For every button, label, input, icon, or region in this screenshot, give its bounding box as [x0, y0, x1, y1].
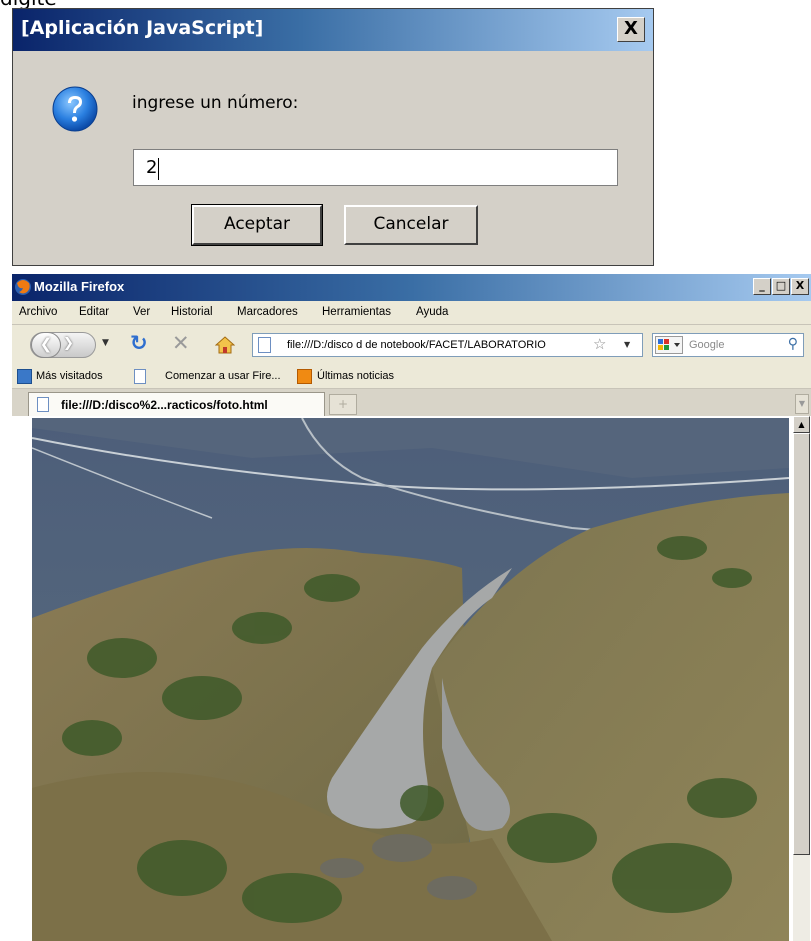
- page-icon: [134, 369, 146, 384]
- dialog-title-bar[interactable]: [Aplicación JavaScript] X: [13, 9, 653, 51]
- page-header-fragment: digite: [0, 0, 811, 8]
- url-dropdown-icon[interactable]: ▼: [624, 340, 630, 349]
- back-button[interactable]: ❮: [31, 332, 61, 358]
- text-caret: [158, 158, 159, 180]
- bookmark-most-visited[interactable]: Más visitados: [36, 370, 103, 382]
- tab-strip: file:///D:/disco%2...racticos/foto.html …: [12, 389, 811, 417]
- menu-marcadores[interactable]: Marcadores: [237, 306, 298, 318]
- menu-herramientas[interactable]: Herramientas: [322, 306, 391, 318]
- dialog-title: [Aplicación JavaScript]: [21, 17, 264, 39]
- mountain-road-photo: [32, 418, 789, 941]
- bookmark-getting-started[interactable]: Comenzar a usar Fire...: [165, 370, 281, 382]
- bookmark-latest-news[interactable]: Últimas noticias: [317, 370, 394, 382]
- page-icon: [258, 337, 271, 353]
- page-content: ▲: [12, 416, 811, 941]
- navigation-toolbar: ❮ ❯ ▼ ↻ ✕ file:///D:/disco d de notebook…: [12, 325, 811, 365]
- bookmark-star-icon[interactable]: ☆: [593, 335, 606, 353]
- minimize-button[interactable]: _: [753, 278, 771, 295]
- forward-button[interactable]: ❯: [63, 336, 74, 351]
- search-box[interactable]: Google ⚲: [652, 333, 804, 357]
- maximize-button[interactable]: □: [772, 278, 790, 295]
- scroll-thumb[interactable]: [793, 433, 810, 855]
- search-magnifier-icon[interactable]: ⚲: [788, 336, 798, 352]
- js-prompt-dialog: [Aplicación JavaScript] X ingrese un núm…: [12, 8, 654, 266]
- search-placeholder: Google: [689, 339, 725, 351]
- rss-feed-icon: [297, 369, 312, 384]
- url-bar[interactable]: file:///D:/disco d de notebook/FACET/LAB…: [252, 333, 643, 357]
- dialog-number-input[interactable]: 2: [133, 149, 618, 186]
- menu-ayuda[interactable]: Ayuda: [416, 306, 448, 318]
- new-tab-button[interactable]: +: [329, 394, 357, 415]
- google-engine-icon[interactable]: [655, 336, 683, 354]
- history-dropdown-icon[interactable]: ▼: [102, 338, 109, 348]
- reload-icon[interactable]: ↻: [130, 331, 148, 355]
- stop-icon[interactable]: ✕: [172, 331, 190, 355]
- tab-active[interactable]: file:///D:/disco%2...racticos/foto.html: [28, 392, 325, 417]
- firefox-window: Mozilla Firefox _ □ X Archivo Editar Ver…: [12, 274, 811, 941]
- window-controls: _ □ X: [753, 278, 809, 295]
- most-visited-icon: [17, 369, 32, 384]
- back-forward-group: ❮ ❯: [30, 332, 96, 358]
- page-icon: [37, 397, 49, 412]
- cancel-button[interactable]: Cancelar: [344, 205, 478, 245]
- vertical-scrollbar[interactable]: ▲: [793, 416, 810, 941]
- window-title: Mozilla Firefox: [34, 279, 125, 294]
- question-icon: [52, 86, 98, 132]
- accept-button[interactable]: Aceptar: [191, 204, 323, 246]
- dialog-close-button[interactable]: X: [617, 17, 645, 42]
- tab-list-button[interactable]: ▼: [795, 394, 809, 414]
- menu-editar[interactable]: Editar: [79, 306, 109, 318]
- menu-historial[interactable]: Historial: [171, 306, 213, 318]
- dialog-input-value: 2: [146, 157, 158, 178]
- menu-ver[interactable]: Ver: [133, 306, 150, 318]
- home-icon[interactable]: [215, 336, 235, 354]
- bookmarks-toolbar: Más visitados Comenzar a usar Fire... Úl…: [12, 365, 811, 389]
- menu-bar: Archivo Editar Ver Historial Marcadores …: [12, 301, 811, 325]
- scroll-up-button[interactable]: ▲: [793, 416, 810, 433]
- close-window-button[interactable]: X: [791, 278, 809, 295]
- url-text: file:///D:/disco d de notebook/FACET/LAB…: [287, 339, 546, 351]
- firefox-logo-icon: [15, 279, 31, 295]
- tab-title: file:///D:/disco%2...racticos/foto.html: [61, 398, 268, 412]
- menu-archivo[interactable]: Archivo: [19, 306, 57, 318]
- firefox-title-bar[interactable]: Mozilla Firefox _ □ X: [12, 274, 811, 301]
- dialog-prompt-text: ingrese un número:: [132, 93, 299, 113]
